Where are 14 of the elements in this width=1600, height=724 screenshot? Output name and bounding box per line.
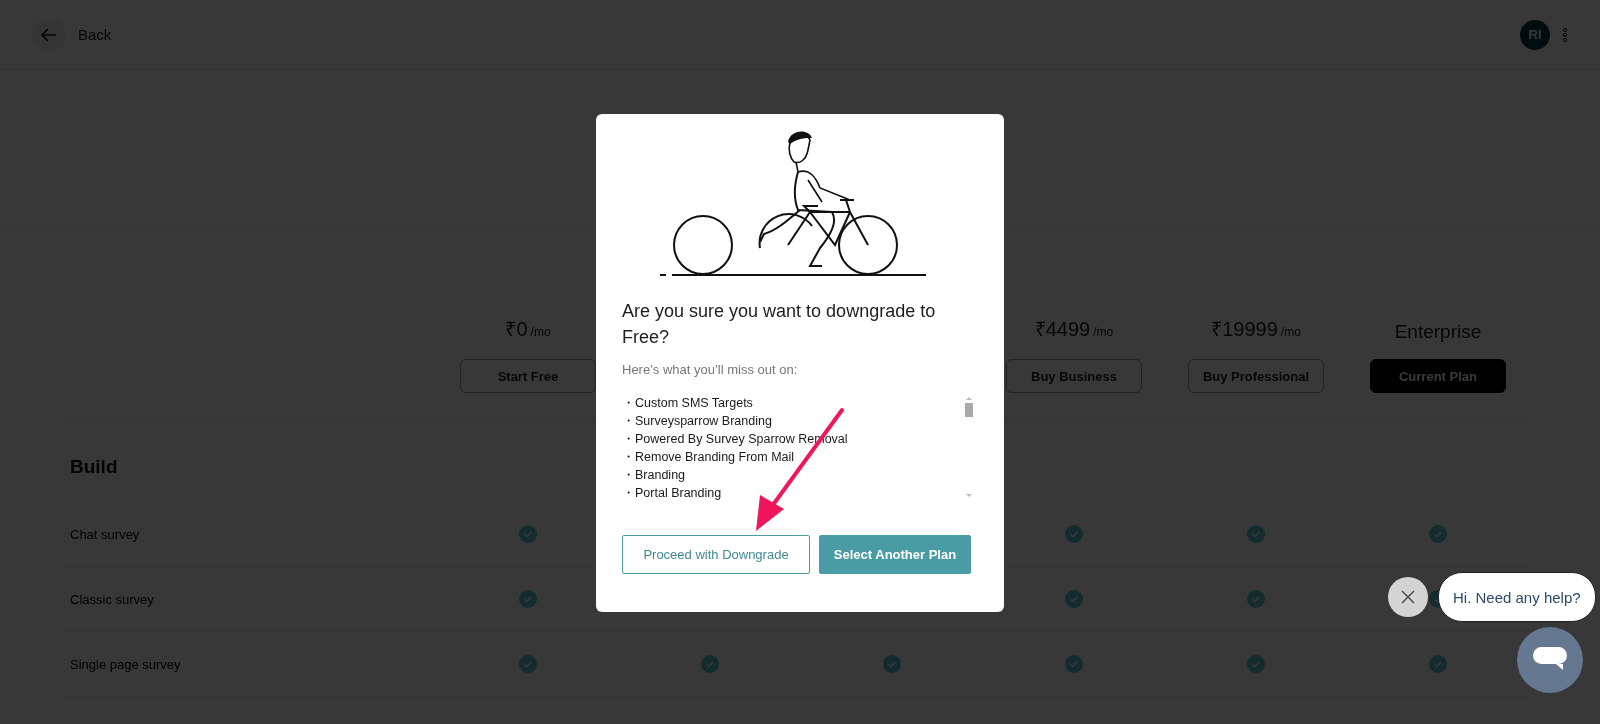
feature-item: ・Branding	[622, 467, 687, 483]
feature-item: ・Portal Branding	[622, 485, 723, 501]
feature-item: ・Remove Branding From Mail	[622, 449, 796, 465]
feature-name: Single page survey	[69, 656, 182, 672]
chat-greeting[interactable]: Hi. Need any help?	[1438, 572, 1596, 622]
feature-name: Chat survey	[69, 526, 141, 542]
feature-item: ・Surveysparrow Branding	[622, 413, 773, 429]
dialog-title: Are you sure you want to downgrade to Free?	[622, 300, 937, 349]
feature-name: Classic survey	[69, 591, 155, 607]
secondary-button[interactable]: Proceed with Downgrade	[622, 535, 810, 574]
primary-button[interactable]: Select Another Plan	[819, 535, 971, 574]
feature-item: ・Custom SMS Targets	[622, 395, 754, 411]
list-scrollbar[interactable]	[964, 395, 974, 499]
dialog-subtitle: Here’s what you’ll miss out on:	[622, 362, 799, 377]
